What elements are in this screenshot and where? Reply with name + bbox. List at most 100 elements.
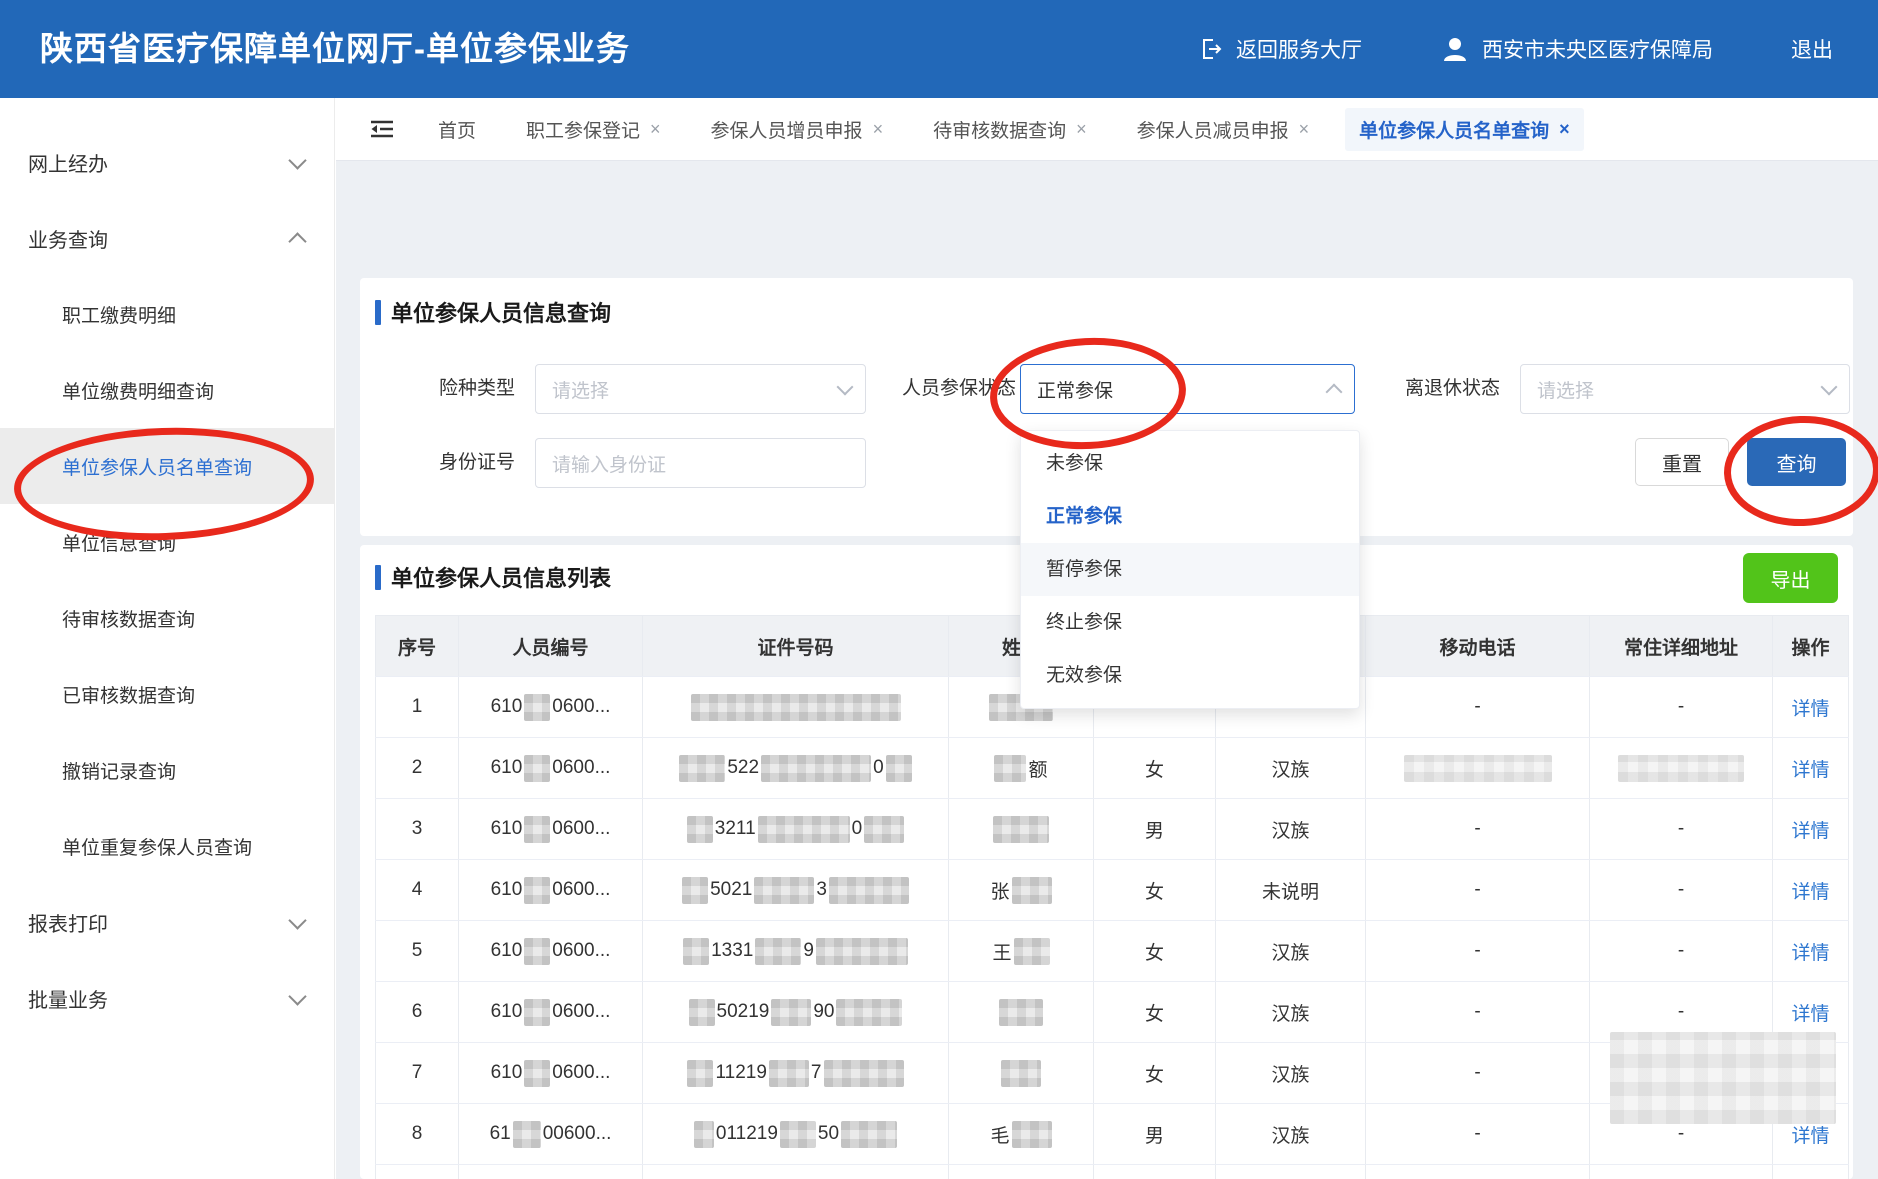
close-icon[interactable]: × — [873, 119, 884, 140]
tab-首页[interactable]: 首页 — [424, 108, 490, 151]
redaction-patch — [682, 877, 708, 904]
dropdown-option-暂停参保[interactable]: 暂停参保 — [1021, 543, 1359, 596]
id-fragment: 王 — [992, 938, 1011, 965]
redaction-patch — [694, 1121, 714, 1148]
id-fragment: 610 — [491, 818, 523, 840]
sidebar-item-单位信息查询[interactable]: 单位信息查询 — [0, 504, 334, 580]
id-fragment: 0600... — [552, 1062, 610, 1084]
cell-phone: - — [1366, 677, 1590, 737]
insurance-type-select[interactable]: 请选择 — [535, 364, 866, 414]
tab-label: 参保人员减员申报 — [1137, 116, 1289, 143]
cell-action: 详情 — [1773, 677, 1849, 737]
dropdown-option-未参保[interactable]: 未参保 — [1021, 437, 1359, 490]
tab-参保人员减员申报[interactable]: 参保人员减员申报 × — [1123, 108, 1324, 151]
id-fragment: 610 — [491, 757, 523, 779]
reset-button[interactable]: 重置 — [1635, 438, 1729, 486]
org-account-menu[interactable]: 西安市未央区医疗保障局 — [1440, 34, 1713, 64]
cell-cert-no — [643, 677, 949, 737]
export-button[interactable]: 导出 — [1743, 553, 1838, 603]
sidebar-item-撤销记录查询[interactable]: 撤销记录查询 — [0, 732, 334, 808]
sidebar-item-业务查询[interactable]: 业务查询 — [0, 200, 334, 276]
redaction-patch — [524, 816, 550, 843]
tab-参保人员增员申报[interactable]: 参保人员增员申报× — [697, 108, 898, 151]
sidebar-item-已审核数据查询[interactable]: 已审核数据查询 — [0, 656, 334, 732]
close-icon[interactable]: × — [1299, 119, 1310, 140]
detail-link[interactable]: 详情 — [1791, 755, 1829, 782]
chevron-down-icon — [1821, 378, 1838, 395]
detail-link[interactable]: 详情 — [1791, 694, 1829, 721]
sidebar-menu: 网上经办业务查询职工缴费明细单位缴费明细查询单位参保人员名单查询单位信息查询待审… — [0, 98, 335, 1179]
sidebar-item-网上经办[interactable]: 网上经办 — [0, 124, 334, 200]
cell-gender: 女 — [1094, 738, 1216, 798]
detail-link[interactable]: 详情 — [1791, 816, 1829, 843]
redaction-patch — [679, 755, 725, 782]
column-header-人员编号: 人员编号 — [459, 616, 643, 676]
redaction-patch — [780, 1121, 816, 1148]
id-fragment: 0600... — [552, 757, 610, 779]
column-header-常住详细地址: 常住详细地址 — [1590, 616, 1773, 676]
sidebar-item-批量业务[interactable]: 批量业务 — [0, 960, 334, 1036]
sidebar-item-待审核数据查询[interactable]: 待审核数据查询 — [0, 580, 334, 656]
tab-单位参保人员名单查询[interactable]: 单位参保人员名单查询× — [1345, 108, 1584, 151]
dropdown-option-正常参保[interactable]: 正常参保 — [1021, 490, 1359, 543]
id-fragment: 61 — [490, 1123, 511, 1145]
detail-link[interactable]: 详情 — [1791, 877, 1829, 904]
close-icon[interactable]: × — [1076, 119, 1087, 140]
id-fragment: 0600... — [552, 696, 610, 718]
cell-phone: - — [1366, 982, 1590, 1042]
cell-address: - — [1590, 799, 1773, 859]
cell-phone: - — [1366, 1043, 1590, 1103]
dropdown-option-终止参保[interactable]: 终止参保 — [1021, 596, 1359, 649]
retire-status-select[interactable]: 请选择 — [1520, 364, 1850, 414]
sidebar-item-label: 单位参保人员名单查询 — [0, 453, 252, 480]
collapse-sidebar-icon[interactable] — [368, 117, 396, 141]
back-to-hall-button[interactable]: 返回服务大厅 — [1198, 34, 1362, 64]
id-fragment: 50 — [818, 1123, 839, 1145]
idcard-input[interactable]: 请输入身份证 — [535, 438, 866, 488]
cell-seq: 9 — [375, 1165, 459, 1179]
detail-link[interactable]: 详情 — [1791, 999, 1829, 1026]
sidebar-item-label: 职工缴费明细 — [0, 301, 176, 328]
cell-address: - — [1590, 921, 1773, 981]
search-button[interactable]: 查询 — [1747, 438, 1846, 486]
dropdown-option-无效参保[interactable]: 无效参保 — [1021, 649, 1359, 702]
cell-cert-no: 13319 — [643, 921, 949, 981]
cell-person-id: 6100600... — [459, 677, 643, 737]
table-row: 26100600...5220额女汉族详情 — [375, 738, 1849, 799]
logout-button[interactable]: 退出 — [1791, 34, 1833, 64]
sidebar-item-label: 单位信息查询 — [0, 529, 176, 556]
detail-link[interactable]: 详情 — [1791, 1121, 1829, 1148]
id-fragment: 张 — [990, 877, 1009, 904]
insurance-type-label: 险种类型 — [420, 364, 515, 414]
sidebar-item-单位参保人员名单查询[interactable]: 单位参保人员名单查询 — [0, 428, 334, 504]
person-status-select[interactable]: 正常参保 — [1020, 364, 1355, 414]
id-fragment: 610 — [491, 1062, 523, 1084]
redaction-patch — [524, 755, 550, 782]
tab-待审核数据查询[interactable]: 待审核数据查询× — [919, 108, 1101, 151]
cell-phone — [1366, 738, 1590, 798]
cell-ethnicity: 汉族 — [1216, 799, 1366, 859]
id-fragment: 0600... — [552, 940, 610, 962]
cell-phone: - — [1366, 799, 1590, 859]
chevron-up-icon — [1326, 383, 1343, 400]
cell-person-id: 6100600... — [459, 921, 643, 981]
sidebar-item-报表打印[interactable]: 报表打印 — [0, 884, 334, 960]
detail-link[interactable]: 详情 — [1791, 938, 1829, 965]
close-icon[interactable]: × — [650, 119, 661, 140]
tab-职工参保登记[interactable]: 职工参保登记× — [512, 108, 675, 151]
close-icon[interactable]: × — [1559, 119, 1570, 140]
sidebar-item-单位缴费明细查询[interactable]: 单位缴费明细查询 — [0, 352, 334, 428]
cell-phone: - — [1366, 1104, 1590, 1164]
sidebar-item-label: 报表打印 — [0, 908, 108, 937]
cell-action: 详情 — [1773, 921, 1849, 981]
redaction-patch — [999, 999, 1043, 1026]
cell-person-id: 6100600... — [459, 860, 643, 920]
list-panel-title: 单位参保人员信息列表 — [391, 561, 611, 593]
sidebar-item-职工缴费明细[interactable]: 职工缴费明细 — [0, 276, 334, 352]
chevron-down-icon — [837, 378, 854, 395]
cell-ethnicity: 汉族 — [1216, 738, 1366, 798]
cell-person-id: 610 0600... — [459, 738, 643, 798]
cell-name — [949, 799, 1094, 859]
sidebar-item-单位重复参保人员查询[interactable]: 单位重复参保人员查询 — [0, 808, 334, 884]
app-header: 陕西省医疗保障单位网厅-单位参保业务 返回服务大厅 西安市未央区医疗保障局 退出 — [0, 0, 1878, 98]
